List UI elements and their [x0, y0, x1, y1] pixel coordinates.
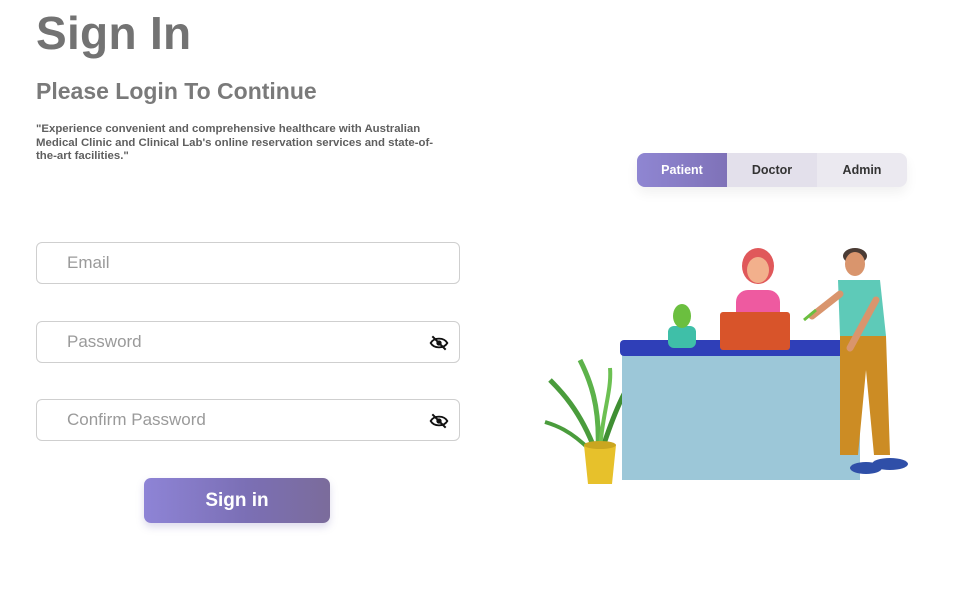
- role-tab-doctor[interactable]: Doctor: [727, 153, 817, 187]
- page-subtitle: Please Login To Continue: [36, 78, 317, 104]
- eye-off-icon[interactable]: [429, 333, 449, 353]
- desk-illustration: [620, 340, 864, 480]
- confirm-password-field: [36, 399, 460, 441]
- woman-figure: [720, 248, 790, 350]
- plant-illustration: [544, 358, 638, 484]
- page-title: Sign In: [36, 7, 192, 59]
- confirm-password-input[interactable]: [37, 400, 459, 440]
- cactus-illustration: [668, 304, 696, 348]
- password-field: [36, 321, 460, 363]
- reception-illustration: [544, 248, 908, 484]
- role-selector: Patient Doctor Admin: [637, 153, 907, 187]
- role-tab-patient[interactable]: Patient: [637, 153, 727, 187]
- tagline-quote: "Experience convenient and comprehensive…: [36, 123, 434, 163]
- email-input[interactable]: [37, 243, 459, 283]
- email-field: [36, 242, 460, 284]
- eye-off-icon[interactable]: [429, 411, 449, 431]
- sign-in-button[interactable]: Sign in: [144, 478, 330, 523]
- password-input[interactable]: [37, 322, 459, 362]
- role-tab-admin[interactable]: Admin: [817, 153, 907, 187]
